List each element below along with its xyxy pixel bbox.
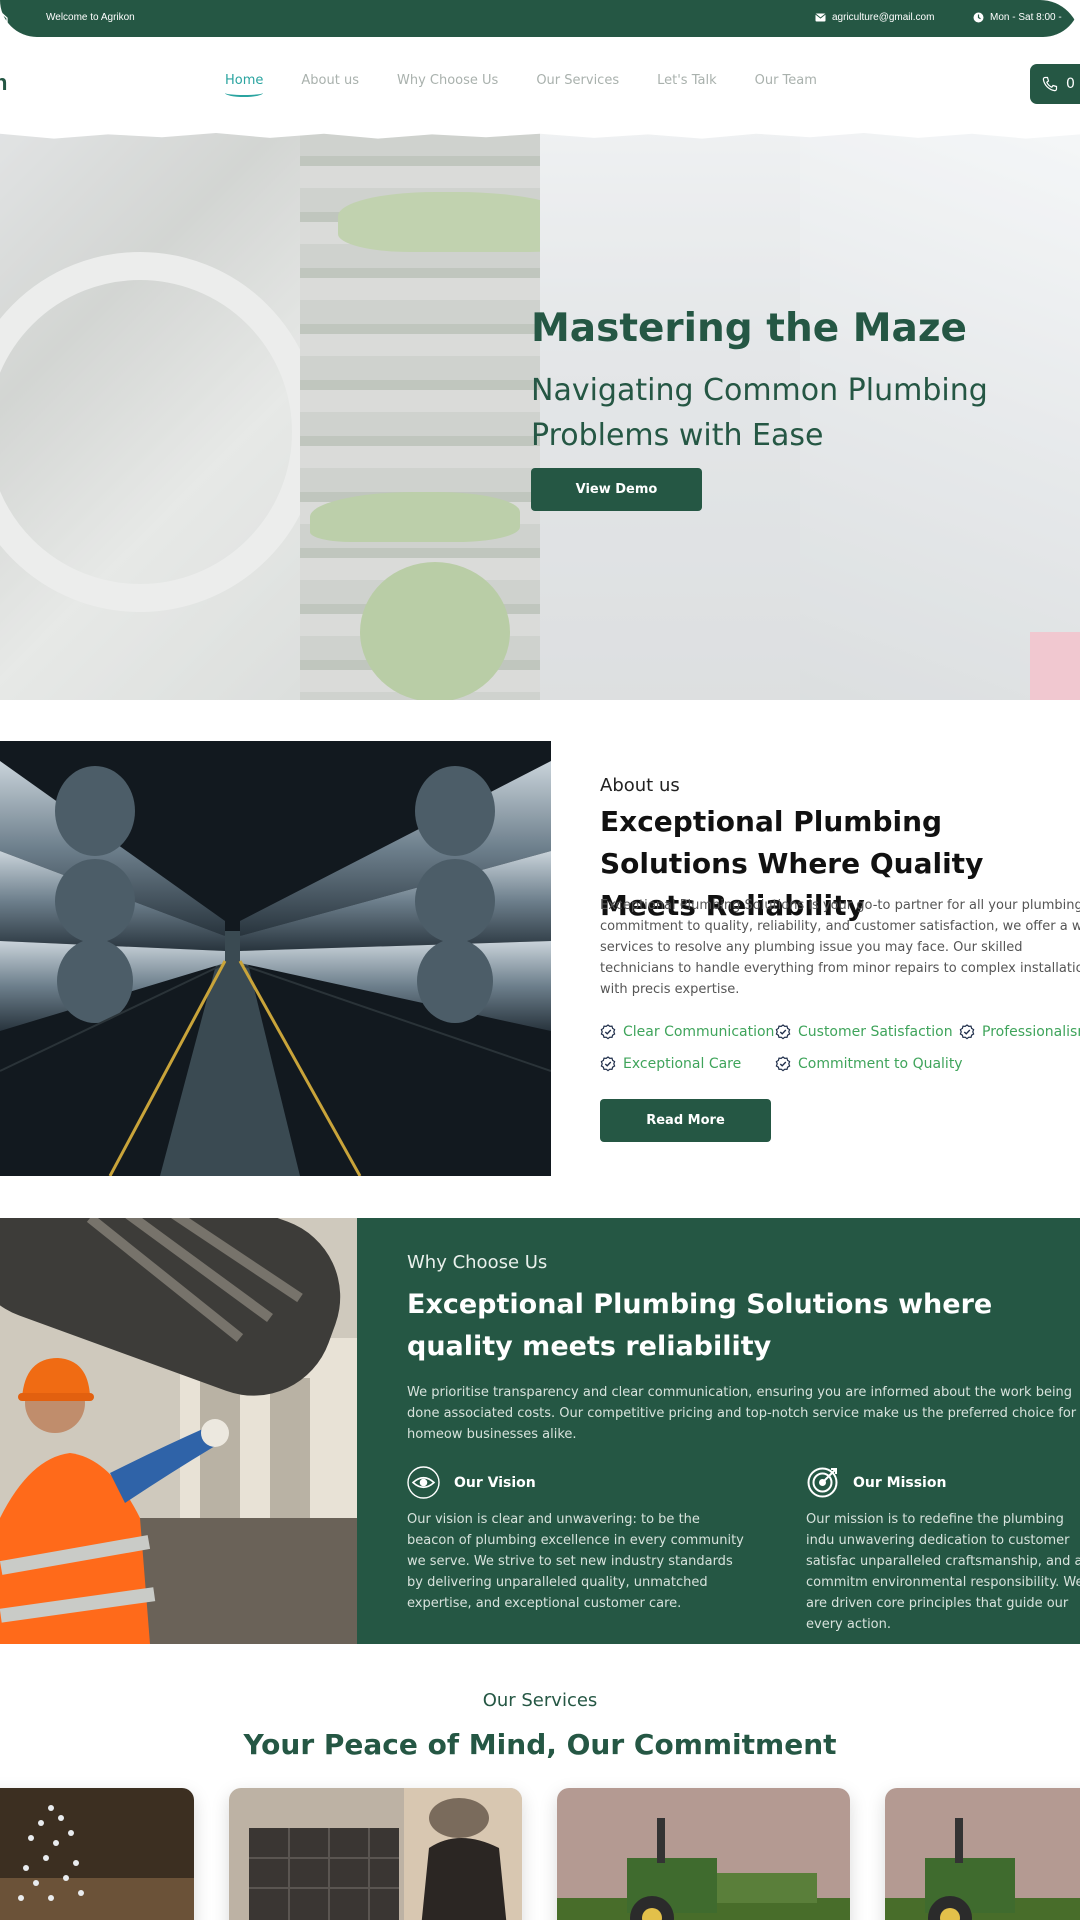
call-label: 0 [1066,76,1075,92]
vision-text: Our vision is clear and unwavering: to b… [407,1512,744,1611]
home-icon [0,12,8,24]
nav-item-lets-talk[interactable]: Let's Talk [657,73,716,88]
why-heading: Exceptional Plumbing Solutions where qua… [407,1289,993,1362]
page: Welcome to Agrikon agriculture@gmail.com… [0,0,1080,1920]
mission-text: Our mission is to redefine the plumbing … [806,1512,1080,1632]
hours-text: Mon - Sat 8:00 - [990,12,1062,23]
nav-item-services[interactable]: Our Services [536,73,619,88]
opening-hours: Mon - Sat 8:00 - [973,12,1062,23]
feature-label: Commitment to Quality [798,1056,963,1072]
service-card[interactable] [885,1788,1080,1920]
site-header: n Home About us Why Choose Us Our Servic… [0,37,1080,137]
why-eyebrow: Why Choose Us [407,1252,548,1273]
hero-subtitle: Navigating Common Plumbing Problems with… [531,373,988,453]
email-text: agriculture@gmail.com [832,12,935,23]
logo[interactable]: n [0,70,7,96]
phone-icon [1042,76,1058,92]
eye-icon [407,1466,440,1499]
badge-check-icon [600,1056,616,1072]
feature-item: Customer Satisfaction [775,1024,953,1040]
service-card[interactable] [229,1788,522,1920]
about-eyebrow: About us [600,775,680,796]
why-choose-us-section: Why Choose Us Exceptional Plumbing Solut… [0,1218,1080,1644]
main-nav: Home About us Why Choose Us Our Services… [225,73,855,97]
mission-title: Our Mission [853,1474,947,1491]
worker-illustration [0,1218,357,1644]
nav-item-home[interactable]: Home [225,73,264,97]
nav-item-team[interactable]: Our Team [755,73,817,88]
services-heading: Your Peace of Mind, Our Commitment [243,1728,837,1761]
nav-item-about[interactable]: About us [301,73,359,88]
why-image-worker [0,1218,357,1644]
hero-section: Mastering the Maze Navigating Common Plu… [0,132,1080,700]
top-bar: Welcome to Agrikon agriculture@gmail.com… [0,0,1080,37]
feature-item: Clear Communication [600,1024,774,1040]
feature-item: Exceptional Care [600,1056,741,1072]
feature-label: Customer Satisfaction [798,1024,953,1040]
view-demo-button[interactable]: View Demo [531,468,702,511]
why-body: We prioritise transparency and clear com… [407,1385,1077,1442]
target-icon [807,1467,838,1498]
service-image-tractor [885,1788,1080,1920]
welcome-text: Welcome to Agrikon [46,12,135,23]
service-image-seeds [0,1788,194,1920]
mail-icon [815,13,826,22]
service-card[interactable] [0,1788,194,1920]
feature-label: Clear Communication [623,1024,775,1040]
service-card[interactable] [557,1788,850,1920]
feature-item: Commitment to Quality [775,1056,963,1072]
clock-icon [973,12,984,23]
service-image-seed-trays [229,1788,522,1920]
badge-check-icon [959,1024,975,1040]
email-contact[interactable]: agriculture@gmail.com [815,12,934,23]
service-image-tractor [557,1788,850,1920]
nav-item-why-choose-us[interactable]: Why Choose Us [397,73,498,88]
badge-check-icon [775,1056,791,1072]
call-button[interactable]: 0 [1030,64,1080,104]
feature-label: Professionalism [982,1024,1080,1040]
pipes-tunnel-illustration [0,741,551,1176]
about-body: Exceptional Plumbing Solutions is your g… [600,898,1080,997]
vision-block: Our Vision Our vision is clear and unwav… [407,1466,747,1614]
vision-title: Our Vision [454,1474,536,1491]
mission-block: Our Mission Our mission is to redefine t… [806,1466,1080,1635]
feature-label: Exceptional Care [623,1056,742,1072]
hero-title: Mastering the Maze [531,306,968,351]
about-image-pipes [0,741,551,1176]
badge-check-icon [775,1024,791,1040]
feature-item: Professionalism [959,1024,1080,1040]
read-more-button[interactable]: Read More [600,1099,771,1142]
badge-check-icon [600,1024,616,1040]
services-eyebrow: Our Services [482,1690,598,1711]
